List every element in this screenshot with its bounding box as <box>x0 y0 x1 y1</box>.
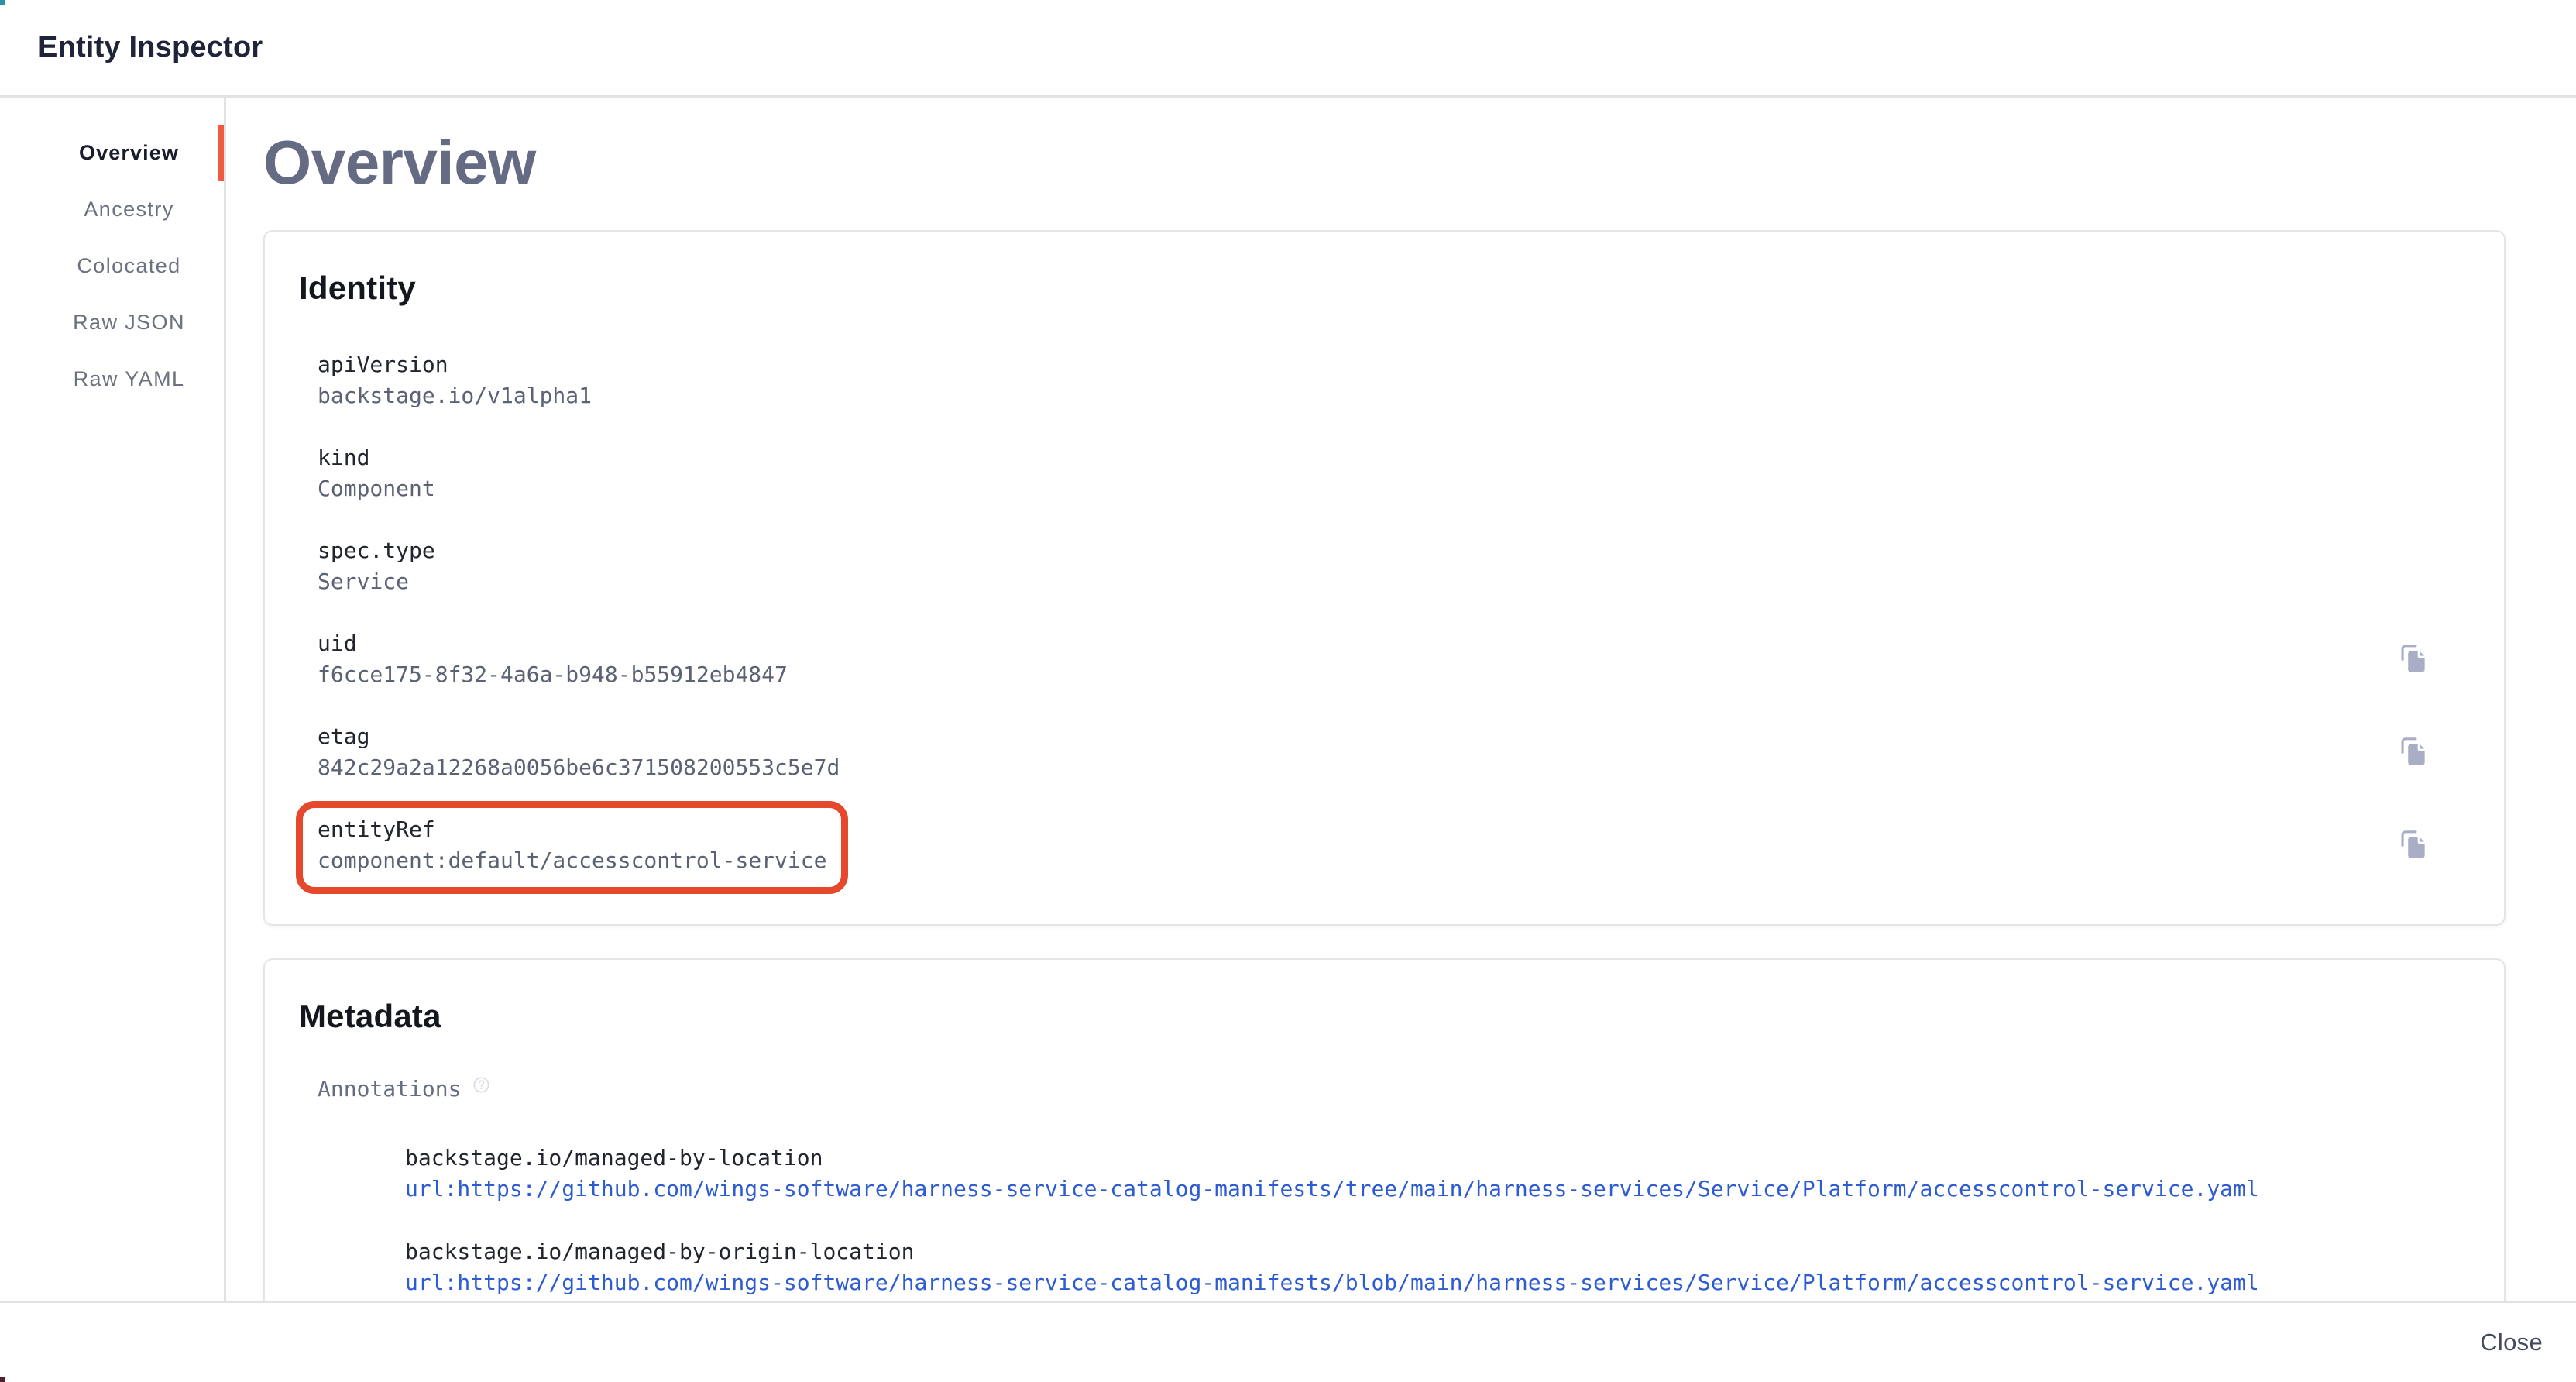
field-label: etag <box>318 721 840 752</box>
copy-button[interactable] <box>2396 828 2430 862</box>
field-row: kind Component <box>318 442 2430 504</box>
field-row: etag 842c29a2a12268a0056be6c371508200553… <box>318 721 2430 783</box>
page-title: Overview <box>263 130 2576 195</box>
field-row: uid f6cce175-8f32-4a6a-b948-b55912eb4847 <box>318 628 2430 690</box>
screenshot-corner-artifact-bottom-left <box>0 1377 5 1382</box>
field: spec.type Service <box>318 535 435 597</box>
field-label: spec.type <box>318 535 435 566</box>
field: apiVersion backstage.io/v1alpha1 <box>318 349 592 411</box>
sidebar-item[interactable]: Overview <box>0 125 224 181</box>
annotation-row: backstage.io/managed-by-location url:htt… <box>405 1143 2458 1205</box>
dialog-header: Entity Inspector <box>0 0 2576 98</box>
identity-card-title: Identity <box>265 232 2504 308</box>
field-row: entityRef component:default/accesscontro… <box>318 814 2430 876</box>
field: etag 842c29a2a12268a0056be6c371508200553… <box>318 721 840 783</box>
annotation-link[interactable]: url:https://github.com/wings-software/ha… <box>405 1174 2259 1205</box>
dialog-title: Entity Inspector <box>38 31 263 64</box>
copy-icon <box>2396 642 2430 676</box>
field-value: 842c29a2a12268a0056be6c371508200553c5e7d <box>318 752 840 783</box>
annotation-row: backstage.io/managed-by-origin-location … <box>405 1236 2458 1298</box>
content-area: Overview Identity apiVersion backstage.i… <box>226 98 2576 1301</box>
field-value: Service <box>318 566 435 597</box>
identity-card: Identity apiVersion backstage.io/v1alpha… <box>263 230 2506 926</box>
field-label: entityRef <box>318 814 826 845</box>
sidebar-item-label: Overview <box>79 141 179 165</box>
field-row: apiVersion backstage.io/v1alpha1 <box>318 349 2430 411</box>
field-label: kind <box>318 442 435 473</box>
field-label: apiVersion <box>318 349 592 380</box>
field: uid f6cce175-8f32-4a6a-b948-b55912eb4847 <box>318 628 788 690</box>
field: kind Component <box>318 442 435 504</box>
sidebar-item-label: Raw JSON <box>73 311 185 335</box>
metadata-card-title: Metadata <box>265 960 2504 1036</box>
sidebar-item-label: Colocated <box>77 254 180 278</box>
annotations-header: Annotations <box>318 1074 2504 1105</box>
dialog-footer: Close <box>0 1301 2576 1382</box>
sidebar-item[interactable]: Raw YAML <box>0 351 224 407</box>
close-button[interactable]: Close <box>2477 1322 2546 1363</box>
help-icon[interactable] <box>472 1076 490 1094</box>
annotation-key: backstage.io/managed-by-location <box>405 1143 2458 1174</box>
annotation-key: backstage.io/managed-by-origin-location <box>405 1236 2458 1267</box>
field-label: uid <box>318 628 788 659</box>
field-row: spec.type Service <box>318 535 2430 597</box>
annotations-label: Annotations <box>318 1074 461 1105</box>
sidebar-item[interactable]: Colocated <box>0 238 224 294</box>
annotation-link[interactable]: url:https://github.com/wings-software/ha… <box>405 1267 2259 1298</box>
copy-icon <box>2396 828 2430 862</box>
field-value: Component <box>318 473 435 504</box>
entity-inspector-dialog: Entity Inspector Overview Ancestry Coloc… <box>0 0 2576 1382</box>
copy-button[interactable] <box>2396 642 2430 676</box>
sidebar-item[interactable]: Ancestry <box>0 181 224 238</box>
identity-fields: apiVersion backstage.io/v1alpha1 kind Co… <box>318 349 2430 876</box>
copy-button[interactable] <box>2396 735 2430 769</box>
field-value: component:default/accesscontrol-service <box>318 845 826 876</box>
sidebar-item[interactable]: Raw JSON <box>0 294 224 351</box>
screenshot-corner-artifact-top-left <box>0 0 5 5</box>
metadata-card: Metadata Annotations backstage.io/manage… <box>263 958 2506 1301</box>
sidebar-item-label: Raw YAML <box>74 367 185 391</box>
field-value: backstage.io/v1alpha1 <box>318 380 592 411</box>
field: entityRef component:default/accesscontro… <box>318 814 826 876</box>
sidebar-nav: Overview Ancestry Colocated Raw JSON Raw… <box>0 98 226 1301</box>
field-value: f6cce175-8f32-4a6a-b948-b55912eb4847 <box>318 659 788 690</box>
annotations-list: backstage.io/managed-by-location url:htt… <box>405 1143 2458 1298</box>
copy-icon <box>2396 735 2430 769</box>
sidebar-item-label: Ancestry <box>84 198 173 222</box>
